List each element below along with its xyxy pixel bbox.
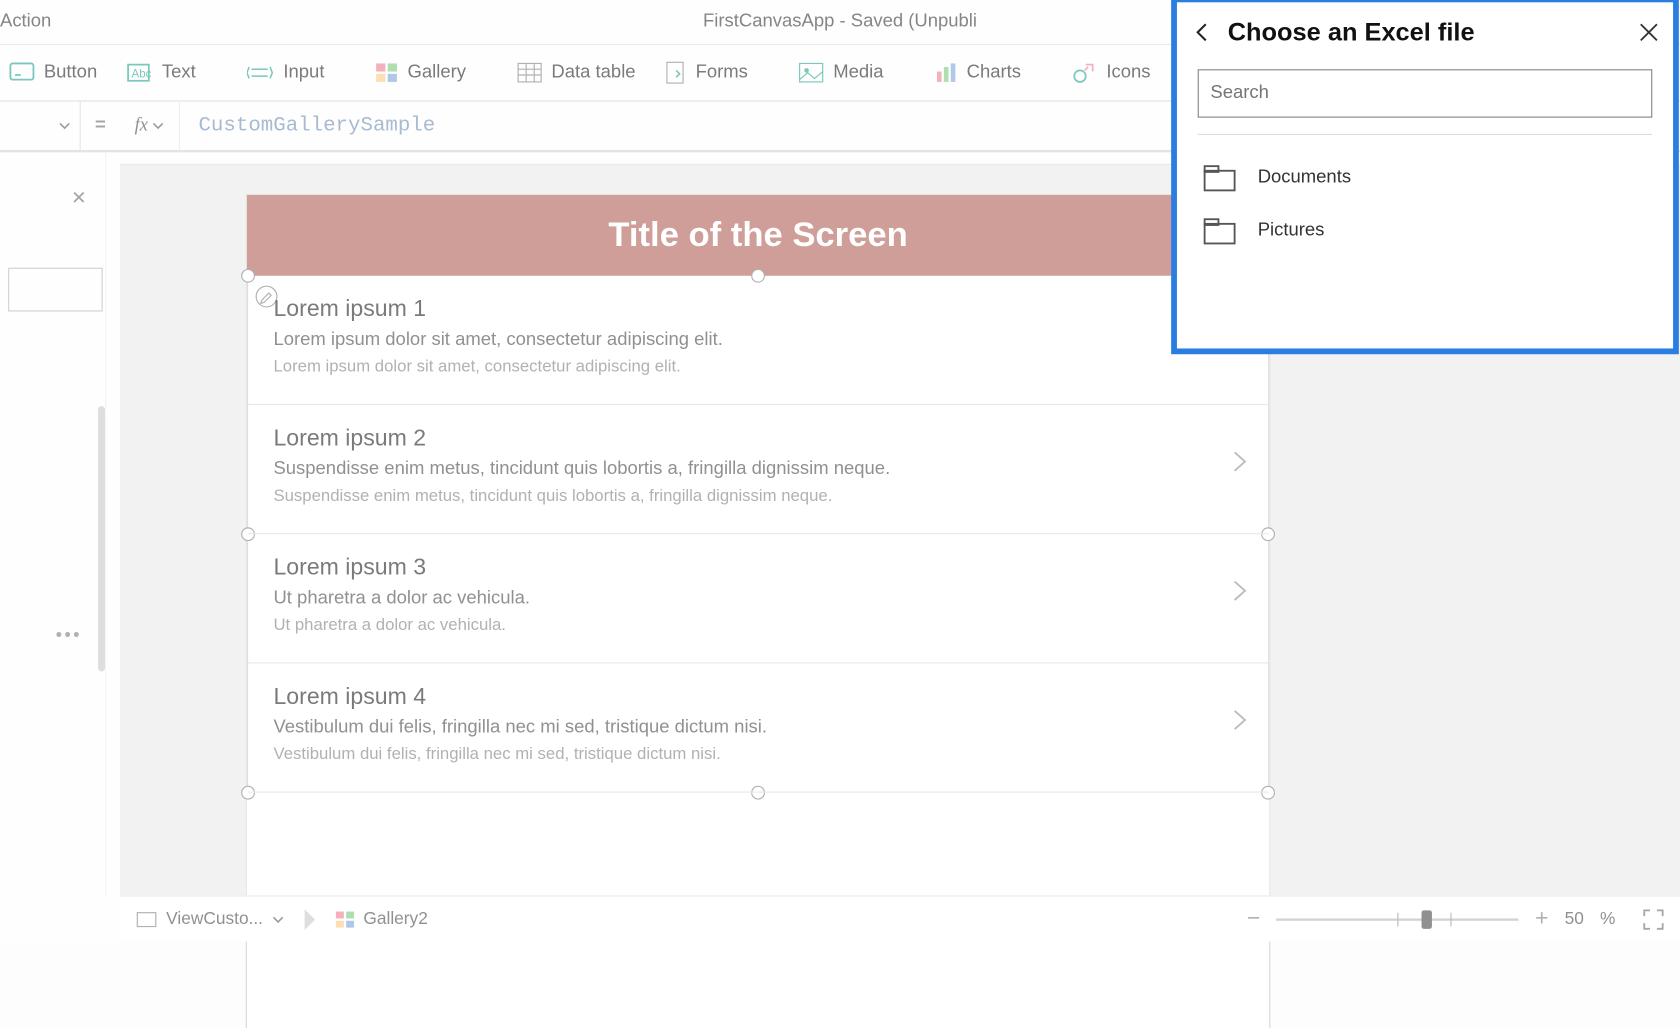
- chevron-right-icon[interactable]: [1227, 707, 1252, 732]
- fit-screen-icon[interactable]: [1643, 909, 1664, 930]
- ribbon-media[interactable]: Media: [799, 62, 905, 83]
- close-icon[interactable]: ✕: [71, 187, 86, 210]
- forms-icon: [666, 61, 687, 84]
- ribbon-datatable[interactable]: Data table: [517, 62, 636, 83]
- svg-text:Abc: Abc: [132, 68, 152, 80]
- breadcrumb-separator: [305, 909, 315, 930]
- close-icon[interactable]: [1638, 22, 1659, 43]
- zoom-value: 50: [1565, 909, 1584, 929]
- zoom-in-button[interactable]: +: [1535, 906, 1548, 933]
- ribbon-forms-label: Forms: [696, 62, 748, 83]
- folder-icon: [1202, 163, 1237, 193]
- ribbon-forms[interactable]: Forms: [666, 61, 769, 84]
- gallery-item-title: Lorem ipsum 4: [273, 684, 1242, 711]
- gallery-item[interactable]: Lorem ipsum 2 Suspendisse enim metus, tin…: [248, 405, 1268, 534]
- ribbon-input[interactable]: Input: [246, 62, 345, 83]
- folder-item[interactable]: Documents: [1177, 151, 1673, 204]
- folder-label: Pictures: [1258, 220, 1325, 241]
- equals-label: =: [81, 115, 120, 136]
- ribbon-text-label: Text: [162, 62, 196, 83]
- ribbon-input-label: Input: [283, 62, 324, 83]
- breadcrumb-bar: ViewCusto... Gallery2 − + 50 %: [120, 895, 1680, 941]
- chevron-right-icon[interactable]: [1227, 578, 1252, 603]
- breadcrumb-control-label: Gallery2: [363, 909, 427, 929]
- chevron-down-icon: [205, 67, 217, 79]
- menu-action[interactable]: Action: [0, 12, 51, 33]
- gallery-icon: [336, 911, 354, 927]
- folder-icon: [1202, 216, 1237, 246]
- left-panel: ✕ •••: [0, 152, 106, 895]
- datatable-icon: [517, 62, 542, 83]
- gallery-item-body: Suspendisse enim metus, tincidunt quis l…: [273, 487, 1242, 505]
- search-input[interactable]: [1198, 69, 1653, 117]
- fx-button[interactable]: fx: [120, 100, 180, 151]
- more-icon[interactable]: •••: [56, 625, 82, 646]
- divider: [1198, 134, 1653, 135]
- charts-icon: [934, 62, 957, 83]
- ribbon-charts-label: Charts: [967, 62, 1021, 83]
- gallery-item-subtitle: Lorem ipsum dolor sit amet, consectetur …: [273, 330, 1242, 351]
- chevron-down-icon: [272, 913, 284, 925]
- gallery-item[interactable]: Lorem ipsum 4 Vestibulum dui felis, fring…: [248, 663, 1268, 792]
- ribbon-gallery-label: Gallery: [408, 62, 466, 83]
- fx-label: fx: [135, 115, 148, 136]
- gallery-item-title: Lorem ipsum 3: [273, 555, 1242, 582]
- input-icon: [246, 62, 274, 83]
- zoom-slider[interactable]: [1276, 918, 1518, 920]
- gallery-item-body: Lorem ipsum dolor sit amet, consectetur …: [273, 358, 1242, 376]
- chevron-down-icon: [475, 67, 487, 79]
- property-selector[interactable]: [0, 100, 81, 151]
- zoom-pct: %: [1600, 909, 1615, 929]
- breadcrumb-screen-label: ViewCusto...: [166, 909, 263, 929]
- gallery-item-subtitle: Ut pharetra a dolor ac vehicula.: [273, 588, 1242, 609]
- text-icon: Abc: [127, 62, 152, 83]
- back-arrow-icon[interactable]: [1191, 21, 1214, 44]
- ribbon-gallery[interactable]: Gallery: [375, 62, 487, 83]
- panel-title: Choose an Excel file: [1228, 17, 1625, 47]
- screen-icon: [136, 911, 157, 927]
- folder-label: Documents: [1258, 167, 1351, 188]
- scrollbar[interactable]: [98, 406, 105, 671]
- ribbon-icons[interactable]: Icons: [1072, 61, 1172, 84]
- gallery-item-body: Vestibulum dui felis, fringilla nec mi s…: [273, 745, 1242, 763]
- file-picker-panel: Choose an Excel file Documents Pictures: [1177, 2, 1673, 348]
- ribbon-icons-label: Icons: [1106, 62, 1150, 83]
- ribbon-button[interactable]: Button: [9, 62, 97, 83]
- gallery-item-title: Lorem ipsum 2: [273, 426, 1242, 453]
- gallery-icon: [375, 62, 398, 83]
- chevron-down-icon: [59, 120, 71, 132]
- ribbon-media-label: Media: [833, 62, 883, 83]
- gallery-item-title: Lorem ipsum 1: [273, 297, 1242, 324]
- ribbon-charts[interactable]: Charts: [934, 62, 1041, 83]
- chevron-down-icon: [893, 67, 905, 79]
- gallery-control[interactable]: Lorem ipsum 1 Lorem ipsum dolor sit amet,…: [247, 276, 1269, 793]
- gallery-item[interactable]: Lorem ipsum 3 Ut pharetra a dolor ac vehi…: [248, 534, 1268, 663]
- app-title: FirstCanvasApp - Saved (Unpubli: [703, 12, 977, 33]
- button-icon: [9, 62, 34, 83]
- chevron-right-icon[interactable]: [1227, 449, 1252, 474]
- gallery-item-subtitle: Vestibulum dui felis, fringilla nec mi s…: [273, 718, 1242, 739]
- ribbon-button-label: Button: [44, 62, 97, 83]
- chevron-down-icon: [1160, 67, 1172, 79]
- breadcrumb-screen[interactable]: ViewCusto...: [136, 909, 284, 929]
- zoom-out-button[interactable]: −: [1247, 906, 1260, 933]
- icons-icon: [1072, 61, 1097, 84]
- folder-item[interactable]: Pictures: [1177, 204, 1673, 257]
- chevron-down-icon: [757, 67, 769, 79]
- media-icon: [799, 62, 824, 83]
- ribbon-datatable-label: Data table: [551, 62, 635, 83]
- search-box-stub[interactable]: [8, 268, 103, 312]
- gallery-item-body: Ut pharetra a dolor ac vehicula.: [273, 616, 1242, 634]
- chevron-down-icon: [1030, 67, 1042, 79]
- gallery-item-subtitle: Suspendisse enim metus, tincidunt quis l…: [273, 459, 1242, 480]
- screen-title: Title of the Screen: [247, 195, 1269, 276]
- chevron-down-icon: [334, 67, 346, 79]
- chevron-down-icon: [153, 120, 165, 132]
- breadcrumb-control[interactable]: Gallery2: [336, 909, 428, 929]
- zoom-controls: − + 50 %: [1247, 906, 1664, 933]
- gallery-item[interactable]: Lorem ipsum 1 Lorem ipsum dolor sit amet,…: [248, 276, 1268, 405]
- ribbon-text[interactable]: Abc Text: [127, 62, 216, 83]
